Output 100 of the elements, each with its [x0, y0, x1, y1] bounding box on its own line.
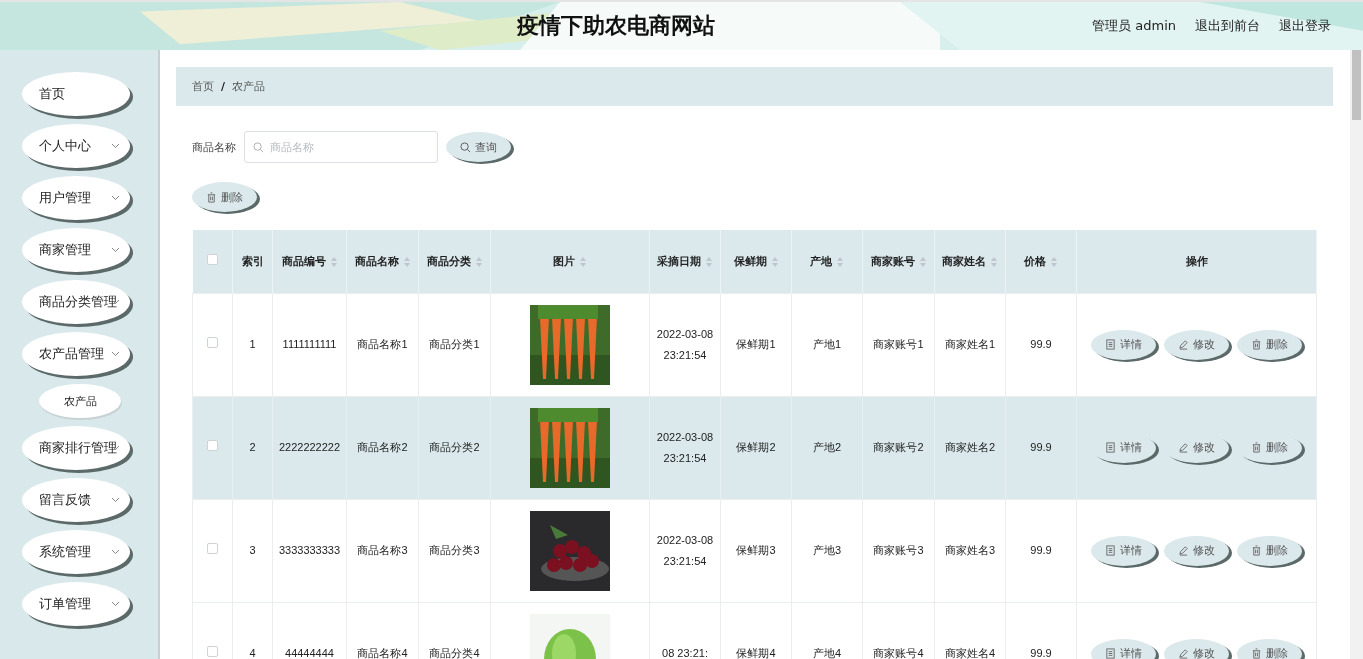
scrollbar[interactable] [1350, 50, 1363, 659]
delete-button[interactable]: 删除 [1237, 329, 1302, 360]
table-cell: 1111111111 [282, 338, 337, 350]
table-cell: 99.9 [1030, 544, 1052, 556]
details-button[interactable]: 详情 [1091, 638, 1156, 659]
sidebar-item[interactable]: 首页 [22, 72, 130, 116]
table-cell: 2022-03-08 23:21:54 [656, 430, 714, 464]
table-row[interactable]: 2 2222222222 商品名称2 商品分类2 2022-03-08 23:21:54 保鲜期2 产地2 商家账号2 商家姓名2 99.9 详情 修改 删除 [192, 396, 1317, 499]
chevron-icon [111, 246, 120, 253]
edit-button[interactable]: 修改 [1164, 432, 1229, 463]
row-checkbox[interactable] [207, 543, 218, 554]
details-button[interactable]: 详情 [1091, 329, 1156, 360]
column-header: 保鲜期 [733, 254, 767, 268]
pencil-icon [1178, 339, 1189, 350]
select-all-checkbox[interactable] [206, 254, 218, 266]
table-row[interactable]: 1 1111111111 商品名称1 商品分类1 2022-03-08 23:21:54 保鲜期1 产地1 商家账号1 商家姓名1 99.9 详情 修改 删除 [192, 293, 1317, 396]
sort-icon[interactable] [579, 255, 587, 268]
document-icon [1105, 545, 1116, 556]
sidebar-item[interactable]: 用户管理 [22, 176, 130, 220]
header-link[interactable]: 退出登录 [1279, 17, 1331, 35]
table-cell: 44444444 [285, 647, 334, 659]
column-header: 价格 [1024, 254, 1046, 268]
table-cell: 1 [249, 338, 256, 350]
chevron-icon [111, 548, 120, 555]
sort-icon[interactable] [474, 255, 483, 268]
table-cell: 商品名称3 [357, 544, 408, 556]
breadcrumb-item[interactable]: 首页 [192, 79, 214, 94]
details-button[interactable]: 详情 [1091, 535, 1156, 566]
sidebar-item[interactable]: 留言反馈 [22, 478, 130, 522]
table-cell: 2 [249, 441, 256, 453]
column-header: 图片 [553, 254, 575, 268]
table-cell: 3 [249, 544, 256, 556]
search-button[interactable]: 查询 [446, 132, 511, 162]
sort-icon[interactable] [1050, 255, 1058, 268]
column-header: 商品名称 [354, 254, 399, 268]
table-cell: 4 [249, 647, 256, 659]
table-row[interactable]: 3 3333333333 商品名称3 商品分类3 2022-03-08 23:21:54 保鲜期3 产地3 商家账号3 商家姓名3 99.9 详情 修改 删除 [192, 499, 1317, 602]
submenu-item[interactable]: 农产品 [39, 384, 121, 418]
search-field[interactable]: 商品名称 [244, 131, 438, 163]
table-cell: 保鲜期2 [736, 441, 776, 453]
table-cell: 商品分类2 [429, 441, 480, 453]
chevron-icon [111, 350, 120, 357]
delete-button[interactable]: 删除 [1237, 432, 1302, 463]
row-checkbox[interactable] [207, 337, 218, 348]
sidebar-item[interactable]: 系统管理 [22, 530, 130, 574]
column-header: 商品分类 [426, 254, 471, 268]
pencil-icon [1178, 545, 1189, 556]
table-cell: 99.9 [1030, 338, 1052, 350]
sort-icon[interactable] [836, 255, 844, 268]
edit-button[interactable]: 修改 [1164, 638, 1229, 659]
delete-button[interactable]: 删除 [1237, 535, 1302, 566]
header-link[interactable]: 退出到前台 [1195, 17, 1260, 35]
sidebar-item[interactable]: 订单管理 [22, 582, 130, 626]
details-button[interactable]: 详情 [1091, 432, 1156, 463]
table-cell: 商家姓名2 [944, 441, 996, 453]
row-checkbox[interactable] [207, 440, 218, 451]
search-icon [460, 141, 471, 153]
table-cell: 产地2 [812, 441, 842, 453]
sidebar-item[interactable]: 商品分类管理 [22, 280, 130, 324]
sidebar-item[interactable]: 商家排行管理 [22, 426, 130, 470]
trash-icon [1251, 442, 1262, 453]
column-header: 操作 [1185, 254, 1208, 268]
edit-button[interactable]: 修改 [1164, 535, 1229, 566]
table-cell: 保鲜期1 [736, 338, 776, 350]
table-row[interactable]: 4 44444444 商品名称4 商品分类4 08 23:21: 保鲜期4 产地4 商家账号4 商家姓名4 99.9 详情 修改 删除 [192, 602, 1317, 659]
pencil-icon [1178, 648, 1189, 659]
table-cell: 商品名称1 [357, 338, 408, 350]
sort-icon[interactable] [402, 255, 411, 268]
sidebar-item[interactable]: 农产品管理 [22, 332, 130, 376]
table-cell: 产地4 [812, 647, 842, 659]
table-cell: 3333333333 [278, 544, 341, 556]
column-header: 商家账号 [870, 254, 915, 268]
row-checkbox[interactable] [207, 646, 218, 657]
column-header: 采摘日期 [657, 254, 701, 268]
sort-icon[interactable] [705, 255, 713, 268]
header-link[interactable]: 管理员 admin [1092, 17, 1176, 35]
column-header: 商家姓名 [942, 254, 986, 268]
sidebar-item[interactable]: 个人中心 [22, 124, 130, 168]
breadcrumb-item: 农产品 [232, 79, 266, 94]
sort-icon[interactable] [329, 255, 338, 268]
table-cell: 商品名称4 [357, 647, 408, 659]
chevron-icon [111, 194, 120, 201]
table-cell: 99.9 [1030, 647, 1052, 659]
sort-icon[interactable] [918, 255, 927, 268]
delete-button[interactable]: 删除 [1237, 638, 1302, 659]
table-cell: 商品分类3 [429, 544, 480, 556]
sidebar-item[interactable]: 商家管理 [22, 228, 130, 272]
document-icon [1105, 442, 1116, 453]
table-cell: 商家账号2 [873, 441, 924, 453]
document-icon [1105, 648, 1116, 659]
column-header: 索引 [241, 254, 264, 268]
delete-button[interactable]: 删除 [192, 182, 257, 212]
table-cell: 保鲜期4 [736, 647, 776, 659]
table-cell: 商家姓名4 [944, 647, 996, 659]
column-header: 产地 [810, 254, 832, 268]
chevron-icon [111, 142, 120, 149]
sort-icon[interactable] [770, 255, 779, 268]
table-cell: 商品名称2 [357, 441, 408, 453]
edit-button[interactable]: 修改 [1164, 329, 1229, 360]
sort-icon[interactable] [990, 255, 998, 268]
